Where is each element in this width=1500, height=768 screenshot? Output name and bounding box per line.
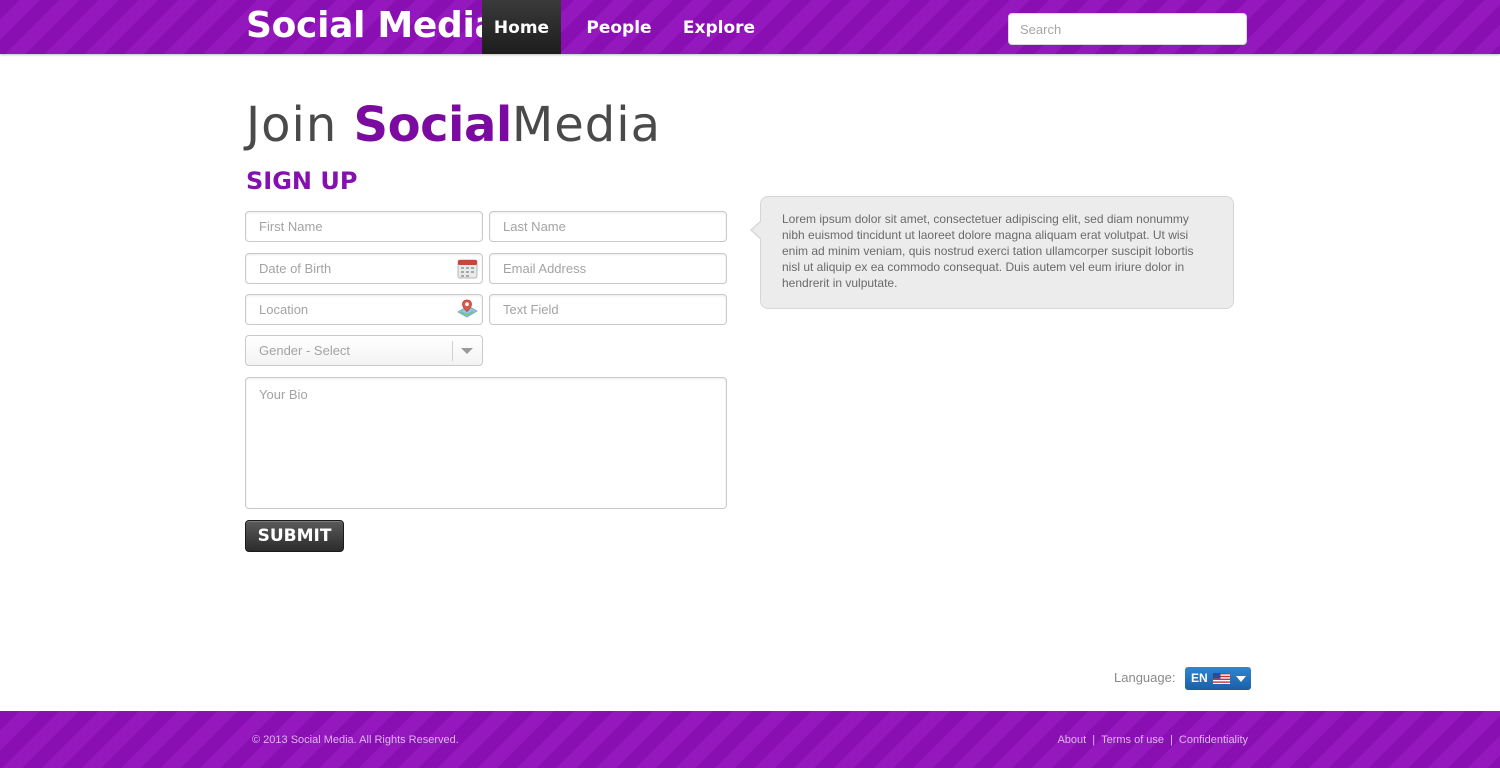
gender-select-value: Gender - Select — [259, 343, 351, 358]
nav-people[interactable]: People — [580, 0, 658, 54]
select-divider — [452, 341, 453, 361]
footer-link-about[interactable]: About — [1057, 734, 1086, 746]
page-title: Join SocialMedia — [246, 96, 661, 154]
chevron-down-icon[interactable] — [461, 348, 473, 354]
location-field[interactable] — [245, 294, 483, 325]
submit-button[interactable]: SUBMIT — [245, 520, 344, 552]
text-field[interactable] — [489, 294, 727, 325]
title-brand-bold: Social — [353, 97, 513, 153]
footer — [0, 711, 1500, 768]
footer-separator: | — [1170, 734, 1173, 746]
info-bubble: Lorem ipsum dolor sit amet, consectetuer… — [760, 196, 1234, 309]
last-name-field[interactable] — [489, 211, 727, 242]
search-input[interactable] — [1008, 13, 1247, 45]
nav-home[interactable]: Home — [482, 0, 561, 54]
copyright-text: © 2013 Social Media. All Rights Reserved… — [252, 734, 459, 746]
date-of-birth-field[interactable] — [245, 253, 483, 284]
language-label: Language: — [1114, 670, 1176, 685]
footer-link-confidentiality[interactable]: Confidentiality — [1179, 734, 1248, 746]
footer-links: About | Terms of use | Confidentiality — [1057, 733, 1248, 747]
map-pin-icon[interactable] — [456, 298, 479, 321]
chevron-down-icon[interactable] — [1236, 676, 1246, 682]
title-prefix: Join — [246, 97, 354, 153]
info-bubble-pointer-fill — [752, 221, 762, 239]
footer-link-terms[interactable]: Terms of use — [1101, 734, 1164, 746]
gender-select[interactable]: Gender - Select — [245, 335, 483, 366]
nav-explore[interactable]: Explore — [676, 0, 762, 54]
title-suffix: Media — [511, 97, 662, 153]
bio-textarea[interactable] — [245, 377, 727, 509]
first-name-field[interactable] — [245, 211, 483, 242]
us-flag-icon — [1213, 673, 1230, 684]
footer-separator: | — [1092, 734, 1096, 746]
calendar-icon[interactable] — [457, 258, 478, 279]
info-text: Lorem ipsum dolor sit amet, consectetuer… — [782, 212, 1194, 290]
logo[interactable]: Social Media — [246, 6, 499, 46]
signup-heading: SIGN UP — [246, 167, 358, 195]
language-selector[interactable]: EN — [1185, 667, 1251, 690]
top-navbar: Social Media Home People Explore — [0, 0, 1500, 54]
language-code: EN — [1191, 671, 1208, 685]
email-address-field[interactable] — [489, 253, 727, 284]
